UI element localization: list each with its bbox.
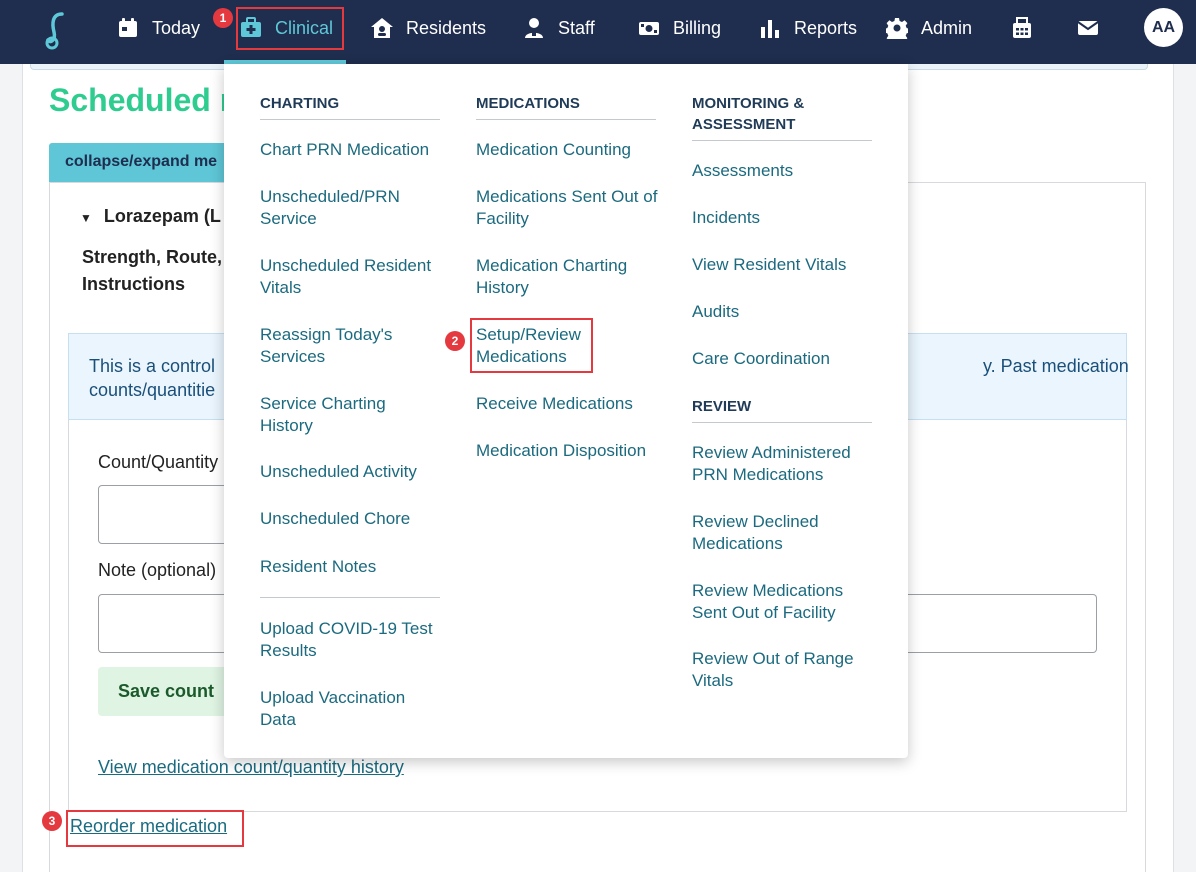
nav-billing[interactable]: Billing (638, 0, 721, 56)
menu-review-medications-sent-out[interactable]: Review Medications Sent Out of Facility (692, 580, 872, 623)
menu-reassign-todays-services[interactable]: Reassign Today's Services (260, 324, 435, 367)
menu-service-charting-history[interactable]: Service Charting History (260, 393, 435, 436)
strength-route-line: Strength, Route, (82, 247, 222, 267)
envelope-icon (1077, 21, 1099, 35)
menu-resident-notes[interactable]: Resident Notes (260, 556, 445, 578)
menu-chart-prn-medication[interactable]: Chart PRN Medication (260, 139, 445, 161)
highlight-reorder (66, 810, 244, 847)
house-user-icon (371, 18, 393, 38)
nav-residents[interactable]: Residents (371, 0, 486, 56)
nav-staff-label: Staff (558, 17, 595, 38)
menu-review-out-of-range-vitals[interactable]: Review Out of Range Vitals (692, 648, 872, 691)
review-heading: REVIEW (692, 396, 872, 423)
note-label: Note (optional) (98, 560, 217, 580)
nav-admin-label: Admin (921, 17, 973, 38)
charting-divider (260, 597, 440, 598)
money-icon (639, 22, 659, 35)
nav-reports[interactable]: Reports (759, 0, 857, 56)
menu-upload-covid-results[interactable]: Upload COVID-19 Test Results (260, 618, 450, 661)
medication-name-text: Lorazepam (L (103, 206, 221, 226)
menu-upload-vaccination-data[interactable]: Upload Vaccination Data (260, 687, 435, 730)
monitoring-heading: MONITORING & ASSESSMENT (692, 93, 872, 141)
gear-icon (886, 18, 908, 39)
nav-today[interactable]: Today (117, 0, 200, 56)
nav-residents-label: Residents (406, 17, 487, 38)
note-input-right[interactable] (900, 594, 1097, 653)
menu-receive-medications[interactable]: Receive Medications (476, 393, 661, 415)
step-badge-3: 3 (42, 811, 62, 831)
count-label: Count/Quantity (98, 452, 219, 472)
nav-billing-label: Billing (673, 17, 722, 38)
fax-icon (1013, 17, 1031, 38)
step-badge-1: 1 (213, 8, 233, 28)
menu-care-coordination[interactable]: Care Coordination (692, 348, 877, 370)
nav-reports-label: Reports (794, 17, 858, 38)
menu-incidents[interactable]: Incidents (692, 207, 877, 229)
app-logo-icon[interactable] (40, 10, 70, 50)
menu-medication-counting[interactable]: Medication Counting (476, 139, 661, 161)
save-count-button[interactable]: Save count (98, 667, 238, 716)
menu-medication-charting-history[interactable]: Medication Charting History (476, 255, 656, 298)
bar-chart-icon (761, 20, 779, 38)
top-nav-bar: Today Clinical Residents Staff Billing R… (0, 0, 1196, 64)
medications-heading: MEDICATIONS (476, 93, 656, 120)
menu-assessments[interactable]: Assessments (692, 160, 877, 182)
menu-audits[interactable]: Audits (692, 301, 877, 323)
menu-unscheduled-activity[interactable]: Unscheduled Activity (260, 461, 445, 483)
alert-text-right: y. Past medication (983, 356, 1129, 376)
nav-fax-button[interactable] (1011, 0, 1033, 56)
menu-review-declined-medications[interactable]: Review Declined Medications (692, 511, 872, 554)
strength-route-label: Strength, Route, Instructions (82, 244, 222, 298)
menu-unscheduled-prn-service[interactable]: Unscheduled/PRN Service (260, 186, 435, 229)
highlight-setup-review (470, 318, 593, 373)
user-badge-icon (525, 18, 543, 38)
nav-staff[interactable]: Staff (523, 0, 595, 56)
note-input-left[interactable] (98, 594, 238, 653)
menu-medication-disposition[interactable]: Medication Disposition (476, 440, 656, 462)
count-input[interactable] (98, 485, 238, 544)
menu-unscheduled-resident-vitals[interactable]: Unscheduled Resident Vitals (260, 255, 450, 298)
step-badge-2: 2 (445, 331, 465, 351)
calendar-icon (119, 18, 137, 37)
view-history-link[interactable]: View medication count/quantity history (98, 757, 404, 778)
menu-medications-sent-out[interactable]: Medications Sent Out of Facility (476, 186, 661, 229)
charting-heading: CHARTING (260, 93, 440, 120)
menu-review-administered-prn[interactable]: Review Administered PRN Medications (692, 442, 872, 485)
caret-down-icon: ▼ (80, 211, 92, 225)
medication-name[interactable]: ▼ Lorazepam (L (80, 206, 221, 227)
nav-today-label: Today (152, 17, 201, 38)
highlight-clinical (236, 7, 344, 50)
user-avatar[interactable]: AA (1144, 8, 1183, 47)
menu-unscheduled-chore[interactable]: Unscheduled Chore (260, 508, 445, 530)
nav-admin[interactable]: Admin (886, 0, 972, 56)
page-title: Scheduled m (49, 82, 249, 118)
instructions-line: Instructions (82, 274, 186, 294)
menu-view-resident-vitals[interactable]: View Resident Vitals (692, 254, 877, 276)
nav-messages-button[interactable] (1077, 0, 1099, 56)
